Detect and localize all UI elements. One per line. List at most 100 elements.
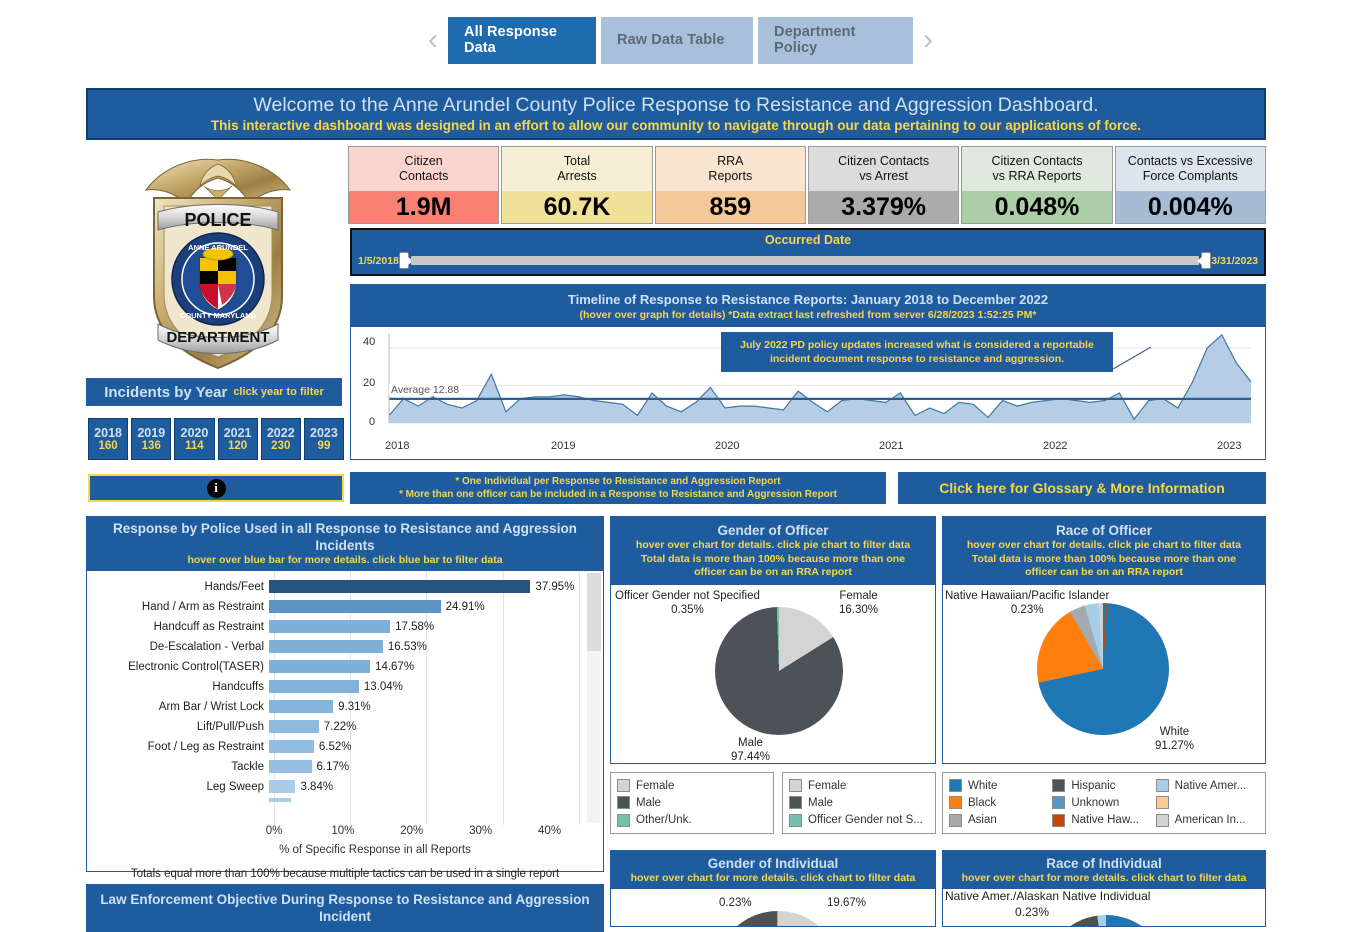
bar-row[interactable] — [87, 797, 603, 803]
year-filter-2019[interactable]: 2019 136 — [131, 418, 172, 460]
occurred-date-title: Occurred Date — [764, 233, 852, 247]
bar-fill[interactable] — [269, 620, 391, 633]
legend-item[interactable]: Female — [617, 778, 692, 793]
bar-row[interactable]: Hands/Feet 37.95% — [87, 577, 603, 597]
legend-item[interactable]: American In... — [1155, 813, 1259, 828]
gender-individual-header: Gender of Individual hover over chart fo… — [611, 851, 935, 889]
gender-individual-pie[interactable] — [715, 911, 841, 926]
timeline-callout: July 2022 PD policy updates increased wh… — [721, 332, 1113, 372]
race-individual-chart[interactable]: Native Amer./Alaskan Native Individual 0… — [943, 889, 1265, 926]
legend-label: White — [968, 779, 998, 792]
scrollbar-thumb[interactable] — [587, 572, 601, 651]
legend-item[interactable]: Officer Gender not S... — [789, 813, 923, 828]
glossary-link[interactable]: Click here for Glossary & More Informati… — [898, 472, 1266, 504]
bar-row[interactable]: Foot / Leg as Restraint 6.52% — [87, 737, 603, 757]
kpi-card-6: Contacts vs Excessive Force Complants 0.00… — [1114, 146, 1266, 224]
tab-label: Department Policy — [774, 24, 856, 56]
info-button[interactable]: i — [88, 474, 344, 502]
year-filter-2020[interactable]: 2020 114 — [174, 418, 215, 460]
bar-fill[interactable] — [269, 797, 291, 802]
legend-label: Male — [808, 796, 833, 809]
badge-police-text: POLICE — [184, 210, 251, 230]
bar-row[interactable]: Hand / Arm as Restraint 24.91% — [87, 597, 603, 617]
tab-all-response-data[interactable]: All Response Data — [448, 16, 596, 64]
bar-row[interactable]: Handcuffs 13.04% — [87, 677, 603, 697]
tab-bar: ‹ All Response Data Raw Data Table Depar… — [0, 0, 1361, 80]
bar-fill[interactable] — [269, 780, 296, 793]
kpi-value: 859 — [655, 191, 805, 223]
bar-fill[interactable] — [269, 640, 383, 653]
slider-handle-left[interactable] — [398, 252, 413, 269]
bar-category-label: Electronic Control(TASER) — [128, 660, 264, 673]
gender-officer-chart[interactable]: Officer Gender not Specified 0.35% Femal… — [611, 585, 935, 764]
bar-fill[interactable] — [269, 580, 531, 593]
gender-individual-title: Gender of Individual — [707, 855, 839, 871]
legend-item[interactable]: White — [949, 778, 1052, 793]
occurred-date-filter: Occurred Date 1/5/2018 3/31/2023 — [350, 228, 1266, 276]
legend-item[interactable]: Female — [789, 778, 923, 793]
legend-item[interactable]: Other/Unk. — [617, 813, 692, 828]
year-filter-2023[interactable]: 2023 99 — [303, 418, 345, 460]
bar-row[interactable]: Lift/Pull/Push 7.22% — [87, 717, 603, 737]
legend-item[interactable]: Male — [789, 795, 923, 810]
legend-item[interactable]: Male — [617, 795, 692, 810]
bar-row[interactable]: Arm Bar / Wrist Lock 9.31% — [87, 697, 603, 717]
bar-fill[interactable] — [269, 680, 359, 693]
bar-row[interactable]: Electronic Control(TASER) 14.67% — [87, 657, 603, 677]
legend-item[interactable] — [1155, 795, 1259, 810]
legend-item[interactable]: Hispanic — [1052, 778, 1155, 793]
gender-officer-pie[interactable] — [715, 607, 843, 735]
bar-x-axis: 0% 10% 20% 30% 40% — [266, 825, 603, 843]
bar-category-label: Tackle — [231, 760, 264, 773]
gender-officer-label-female: Female 16.30% — [839, 590, 879, 616]
tab-prev-arrow-icon[interactable]: ‹ — [418, 25, 448, 55]
bar-row[interactable]: Leg Sweep 3.84% — [87, 777, 603, 797]
slider-track[interactable] — [410, 256, 1200, 265]
badge-department-text: DEPARTMENT — [166, 329, 269, 346]
gender-individual-chart[interactable]: 0.23% 19.67% — [611, 889, 935, 926]
bar-fill[interactable] — [269, 660, 371, 673]
race-officer-chart[interactable]: Native Hawaiian/Pacific Islander 0.23% W… — [943, 585, 1265, 764]
bar-fill[interactable] — [269, 700, 334, 713]
slider-handle-right[interactable] — [1197, 252, 1212, 269]
bar-category-label: Handcuff as Restraint — [153, 620, 264, 633]
gender-officer-hint-3: officer can be on an RRA report — [694, 566, 852, 579]
timeline-chart[interactable]: 40 20 0 Average 12.88 July 2022 PD polic… — [351, 327, 1265, 459]
bar-value-label: 17.58% — [395, 620, 435, 633]
bar-chart-scrollbar[interactable] — [587, 572, 601, 823]
year-count: 120 — [228, 439, 248, 452]
bar-fill[interactable] — [269, 740, 314, 753]
year-filter-2018[interactable]: 2018 160 — [88, 418, 129, 460]
legend-item[interactable]: Black — [949, 795, 1052, 810]
legend-item[interactable]: Asian — [949, 813, 1052, 828]
race-individual-title: Race of Individual — [1046, 855, 1162, 871]
legend-item[interactable]: Unknown — [1052, 795, 1155, 810]
gender-individual-hint: hover over chart for more details. click… — [630, 871, 916, 884]
bar-category-label: Foot / Leg as Restraint — [147, 740, 264, 753]
legend-item[interactable]: Native Haw... — [1052, 813, 1155, 828]
incidents-by-year-hint: click year to filter — [233, 386, 324, 398]
tab-raw-data-table[interactable]: Raw Data Table — [601, 16, 753, 64]
bar-fill[interactable] — [269, 720, 319, 733]
legend-item[interactable]: Native Amer... — [1155, 778, 1259, 793]
badge-ring-top-text: ANNE ARUNDEL — [188, 243, 248, 252]
year-filter-2021[interactable]: 2021 120 — [217, 418, 258, 460]
year-count: 230 — [271, 439, 291, 452]
year-filter-2022[interactable]: 2022 230 — [260, 418, 301, 460]
bar-row[interactable]: Tackle 6.17% — [87, 757, 603, 777]
tab-department-policy[interactable]: Department Policy — [758, 16, 913, 64]
timeline-header: Timeline of Response to Resistance Repor… — [351, 285, 1265, 327]
bar-row[interactable]: Handcuff as Restraint 17.58% — [87, 617, 603, 637]
kpi-value: 1.9M — [349, 191, 499, 223]
kpi-label: Citizen Contacts vs Arrest — [808, 147, 959, 192]
bar-x-axis-title: % of Specific Response in all Reports — [279, 843, 471, 856]
race-officer-pie[interactable] — [1037, 603, 1169, 735]
legend-swatch — [617, 813, 630, 827]
race-individual-pie[interactable] — [1043, 915, 1169, 926]
bar-fill[interactable] — [269, 600, 441, 613]
legend-label: Female — [808, 779, 847, 792]
bar-row[interactable]: De-Escalation - Verbal 16.53% — [87, 637, 603, 657]
tab-next-arrow-icon[interactable]: › — [913, 25, 943, 55]
bar-fill[interactable] — [269, 760, 312, 773]
legend-label: American In... — [1174, 814, 1246, 827]
